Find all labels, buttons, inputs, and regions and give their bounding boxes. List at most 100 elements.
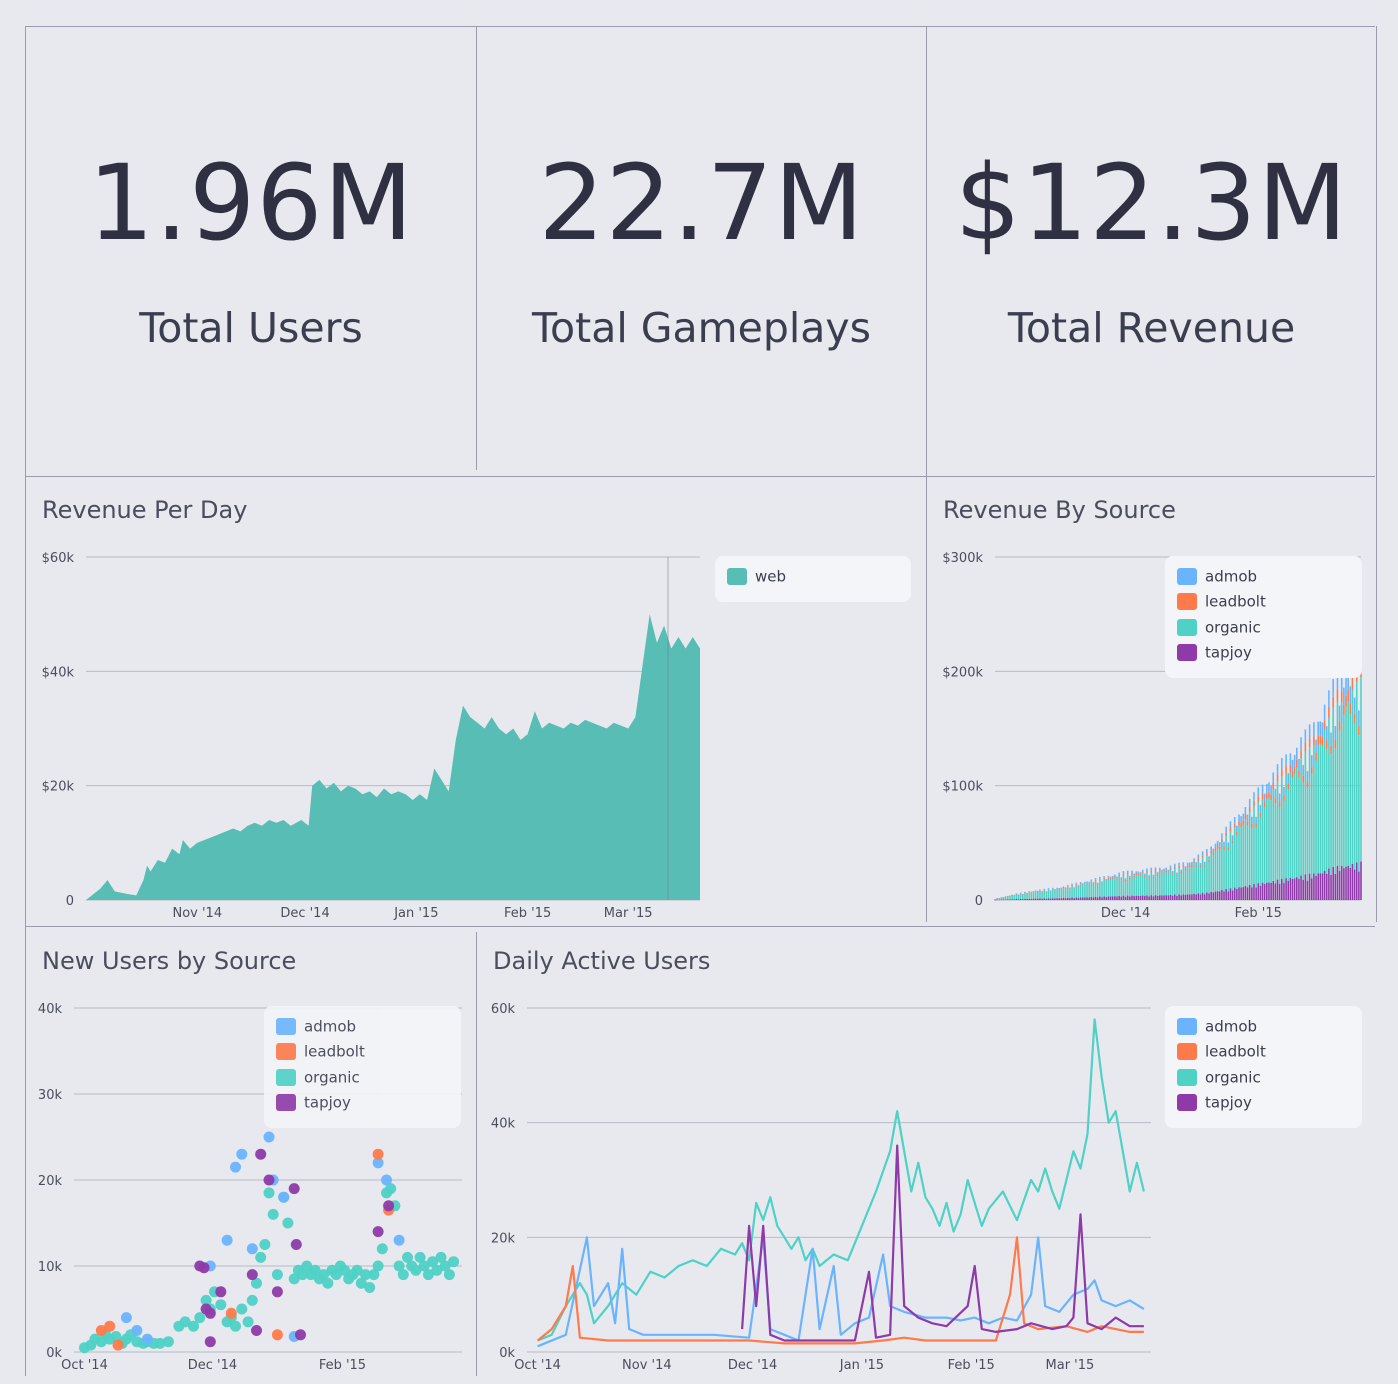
bar-tapjoy: [1041, 898, 1043, 900]
legend-item-leadbolt[interactable]: leadbolt: [276, 1042, 365, 1064]
bar-admob: [1081, 883, 1084, 885]
bar-leadbolt: [1246, 821, 1249, 826]
bar-admob: [1116, 876, 1118, 879]
legend-item-admob[interactable]: admob: [1177, 567, 1257, 589]
bar-tapjoy: [1047, 898, 1050, 900]
bar-admob: [1251, 816, 1253, 824]
bar-tapjoy: [1325, 873, 1328, 900]
bar-organic: [1182, 867, 1185, 895]
point-tapjoy: [198, 1262, 210, 1274]
point-admob: [131, 1325, 143, 1336]
legend-item-tapjoy[interactable]: tapjoy: [1177, 1093, 1252, 1115]
bar-admob: [1315, 739, 1317, 753]
bar-leadbolt: [1306, 781, 1309, 788]
bar-tapjoy: [1186, 894, 1189, 900]
bar-leadbolt: [1092, 883, 1095, 885]
bar-organic: [1004, 896, 1007, 900]
bar-leadbolt: [1338, 721, 1341, 731]
bar-organic: [1024, 892, 1026, 899]
revenue-per-day-panel: Revenue Per Day 0 $20k $40k $60k Nov '14 Dec …: [26, 477, 926, 926]
bar-tapjoy: [1317, 873, 1319, 900]
bar-organic: [1165, 871, 1168, 896]
bar-organic: [1274, 803, 1277, 884]
bar-organic: [1062, 888, 1065, 898]
bar-admob: [1184, 866, 1187, 870]
y-tick-label: $200k: [942, 665, 983, 680]
bar-tapjoy: [1319, 873, 1322, 900]
bar-organic: [1306, 787, 1309, 881]
legend-item-leadbolt[interactable]: leadbolt: [1177, 1042, 1266, 1064]
bar-admob: [1062, 886, 1065, 888]
legend-item-organic[interactable]: organic: [1177, 1068, 1261, 1090]
bar-organic: [1146, 872, 1148, 896]
bar-organic: [1319, 744, 1322, 874]
legend-item-organic[interactable]: organic: [276, 1068, 360, 1090]
bar-organic: [1195, 867, 1197, 895]
bar-tapjoy: [1214, 891, 1217, 900]
bar-tapjoy: [1199, 894, 1202, 900]
bar-organic: [1206, 855, 1208, 893]
bar-organic: [1167, 873, 1170, 896]
bar-admob: [1030, 891, 1033, 893]
bar-leadbolt: [1308, 738, 1311, 748]
legend-item-admob[interactable]: admob: [1177, 1017, 1257, 1039]
bar-organic: [1246, 825, 1249, 888]
bar-organic: [1242, 824, 1245, 888]
legend-item-admob[interactable]: admob: [276, 1017, 356, 1039]
bar-tapjoy: [1231, 890, 1234, 900]
bar-organic: [1092, 884, 1095, 898]
bar-organic: [1338, 730, 1341, 871]
bar-organic: [1268, 797, 1270, 883]
bar-organic: [1347, 701, 1349, 866]
bar-tapjoy: [1114, 896, 1116, 900]
x-tick-label: Nov '14: [172, 906, 222, 921]
legend-item-tapjoy[interactable]: tapjoy: [276, 1093, 351, 1115]
bar-tapjoy: [1126, 895, 1129, 900]
legend-swatch: [1177, 619, 1197, 636]
bar-admob: [1330, 732, 1332, 746]
bar-admob: [1321, 722, 1324, 737]
point-admob: [236, 1148, 248, 1160]
bar-leadbolt: [1302, 775, 1305, 783]
bar-admob: [1071, 883, 1073, 886]
point-leadbolt: [225, 1307, 237, 1319]
bar-tapjoy: [1323, 870, 1326, 900]
bar-admob: [1154, 867, 1157, 871]
bar-organic: [1351, 689, 1354, 864]
bar-leadbolt: [1137, 873, 1140, 876]
bar-admob: [1073, 887, 1075, 889]
bar-leadbolt: [1281, 769, 1283, 777]
bar-organic: [1137, 875, 1140, 896]
bar-admob: [1193, 858, 1195, 862]
legend-item-leadbolt[interactable]: leadbolt: [1177, 592, 1266, 614]
bar-leadbolt: [1017, 895, 1020, 896]
bar-leadbolt: [1124, 879, 1127, 882]
bar-organic: [1176, 876, 1178, 896]
bar-organic: [1308, 747, 1311, 874]
bar-admob: [1086, 881, 1088, 883]
bar-leadbolt: [1358, 725, 1360, 736]
bar-tapjoy: [1071, 897, 1073, 900]
bar-admob: [1259, 805, 1262, 813]
bar-tapjoy: [1077, 897, 1080, 900]
bar-admob: [1298, 759, 1300, 771]
bar-admob: [1191, 862, 1193, 866]
bar-leadbolt: [1024, 892, 1026, 894]
bar-tapjoy: [1291, 878, 1294, 900]
legend-item-web[interactable]: web: [727, 567, 786, 589]
bar-tapjoy: [1349, 867, 1352, 900]
kpi-total-gameplays: 22.7M Total Gameplays: [477, 27, 926, 470]
legend-item-organic[interactable]: organic: [1177, 618, 1261, 640]
legend-item-tapjoy[interactable]: tapjoy: [1177, 643, 1252, 665]
line-series-organic: [537, 1018, 1145, 1342]
bar-admob: [1120, 877, 1123, 880]
bar-organic: [1032, 892, 1035, 899]
bar-leadbolt: [1062, 887, 1065, 889]
point-leadbolt: [372, 1148, 384, 1160]
kpi-total-revenue: $12.3M Total Revenue: [927, 27, 1376, 470]
bar-tapjoy: [1340, 865, 1343, 900]
bar-admob: [1283, 786, 1285, 796]
bar-leadbolt: [1214, 848, 1217, 851]
bar-tapjoy: [1024, 898, 1026, 900]
bar-organic: [1088, 884, 1090, 898]
